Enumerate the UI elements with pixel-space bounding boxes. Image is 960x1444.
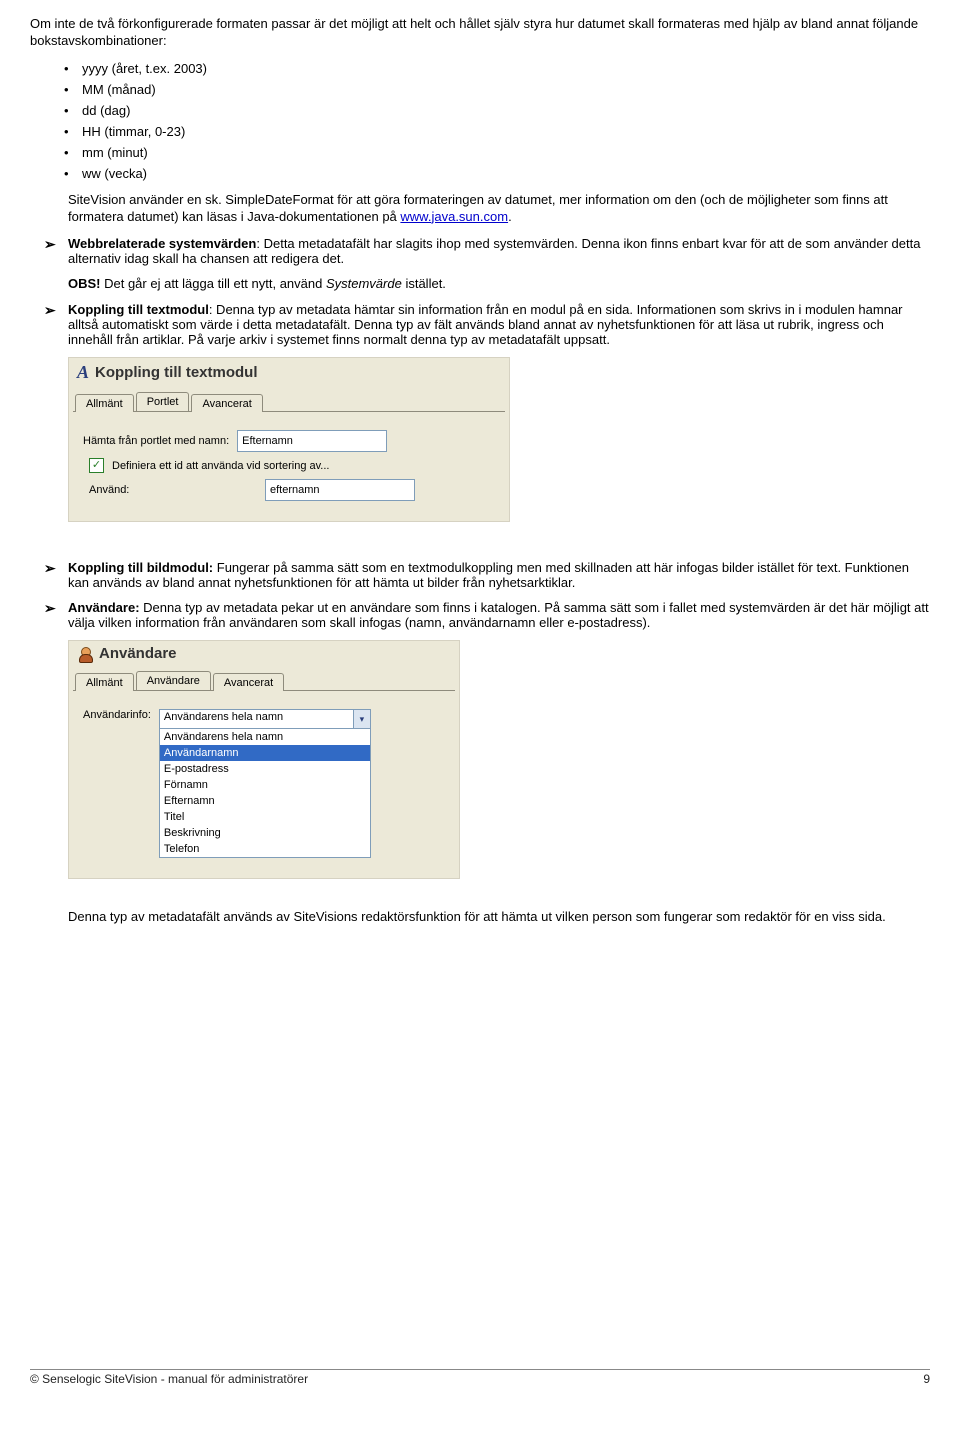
userinfo-select-wrap: Användarens hela namn ▾ Användarens hela…	[159, 709, 371, 858]
tab2-anvandare[interactable]: Användare	[136, 671, 211, 690]
anvandare-text: Denna typ av metadata pekar ut en använd…	[68, 600, 929, 630]
footer-left: © Senselogic SiteVision - manual för adm…	[30, 1372, 308, 1386]
anvandare-item: Användare: Denna typ av metadata pekar u…	[30, 600, 930, 630]
list-item: HH (timmar, 0-23)	[82, 121, 930, 142]
textmodul-item: Koppling till textmodul: Denna typ av me…	[30, 302, 930, 347]
option-efternamn[interactable]: Efternamn	[160, 793, 370, 809]
footer-page-number: 9	[923, 1372, 930, 1386]
portlet-name-input[interactable]	[237, 430, 387, 452]
tab-portlet[interactable]: Portlet	[136, 392, 190, 411]
tab2-avancerat[interactable]: Avancerat	[213, 673, 284, 691]
option-hela-namn[interactable]: Användarens hela namn	[160, 729, 370, 745]
userinfo-selected: Användarens hela namn	[160, 710, 353, 728]
closing-paragraph: Denna typ av metadatafält används av Sit…	[30, 909, 930, 926]
anvandare-label: Användare:	[68, 600, 140, 615]
textmodul-label: Koppling till textmodul	[68, 302, 209, 317]
obs-text: Det går ej att lägga till ett nytt, anvä…	[101, 276, 326, 291]
userinfo-listbox[interactable]: Användarens hela namn Användarnamn E-pos…	[159, 728, 371, 858]
text-a-icon: A	[77, 362, 89, 383]
obs-italic: Systemvärde	[326, 276, 402, 291]
list-item: mm (minut)	[82, 142, 930, 163]
anvand-input[interactable]	[265, 479, 415, 501]
userinfo-select[interactable]: Användarens hela namn ▾	[159, 709, 371, 729]
obs-label: OBS!	[68, 276, 101, 291]
option-titel[interactable]: Titel	[160, 809, 370, 825]
list-item: dd (dag)	[82, 100, 930, 121]
define-id-checkbox[interactable]: ✓	[89, 458, 104, 473]
format-token-list: yyyy (året, t.ex. 2003) MM (månad) dd (d…	[30, 58, 930, 184]
portlet-name-label: Hämta från portlet med namn:	[83, 435, 229, 447]
java-doc-link[interactable]: www.java.sun.com	[400, 209, 508, 224]
sdf-tail: .	[508, 209, 512, 224]
bildmodul-label: Koppling till bildmodul:	[68, 560, 213, 575]
chevron-down-icon[interactable]: ▾	[353, 710, 370, 728]
tab2-allmant[interactable]: Allmänt	[75, 673, 134, 691]
intro-paragraph: Om inte de två förkonfigurerade formaten…	[30, 16, 930, 50]
list-item: MM (månad)	[82, 79, 930, 100]
page-footer: © Senselogic SiteVision - manual för adm…	[30, 1369, 930, 1386]
user-icon	[77, 646, 93, 662]
panel2-title: Användare	[99, 645, 177, 662]
panel-titlebar: A Koppling till textmodul	[69, 358, 509, 389]
anvand-label: Använd:	[89, 484, 257, 496]
tab-allmant[interactable]: Allmänt	[75, 394, 134, 412]
option-fornamn[interactable]: Förnamn	[160, 777, 370, 793]
panel2-tabs: Allmänt Användare Avancerat	[69, 668, 459, 690]
panel-tabs: Allmänt Portlet Avancerat	[69, 389, 509, 411]
panel-title: Koppling till textmodul	[95, 364, 257, 381]
anvandare-panel: Användare Allmänt Användare Avancerat An…	[68, 640, 460, 879]
option-telefon[interactable]: Telefon	[160, 841, 370, 857]
userinfo-label: Användarinfo:	[83, 709, 151, 721]
option-epost[interactable]: E-postadress	[160, 761, 370, 777]
option-beskrivning[interactable]: Beskrivning	[160, 825, 370, 841]
textmodul-panel: A Koppling till textmodul Allmänt Portle…	[68, 357, 510, 522]
option-anvandarnamn[interactable]: Användarnamn	[160, 745, 370, 761]
obs-tail: istället.	[402, 276, 446, 291]
webbrelaterade-item: Webbrelaterade systemvärden: Detta metad…	[30, 236, 930, 293]
webbrel-label: Webbrelaterade systemvärden	[68, 236, 256, 251]
define-id-label: Definiera ett id att använda vid sorteri…	[112, 460, 329, 472]
simpledateformat-note: SiteVision använder en sk. SimpleDateFor…	[30, 192, 930, 226]
tab-avancerat[interactable]: Avancerat	[191, 394, 262, 412]
list-item: yyyy (året, t.ex. 2003)	[82, 58, 930, 79]
list-item: ww (vecka)	[82, 163, 930, 184]
panel2-titlebar: Användare	[69, 641, 459, 668]
bildmodul-item: Koppling till bildmodul: Fungerar på sam…	[30, 560, 930, 590]
obs-line: OBS! Det går ej att lägga till ett nytt,…	[68, 276, 930, 293]
